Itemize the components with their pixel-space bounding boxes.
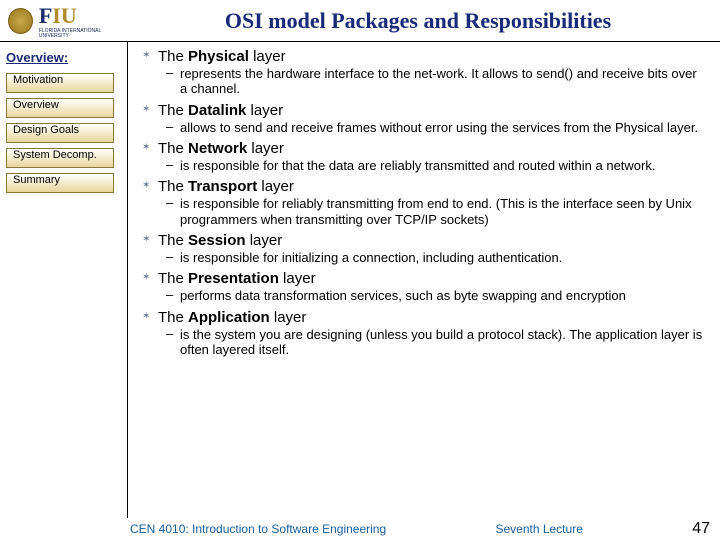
layer-title: The Session layer xyxy=(158,232,706,249)
logo: F IU FLORIDA INTERNATIONAL UNIVERSITY xyxy=(0,3,128,39)
layer-datalink: The Datalink layer allows to send and re… xyxy=(136,102,706,138)
content: The Physical layer represents the hardwa… xyxy=(128,42,720,518)
sidebar-item-system-decomp[interactable]: System Decomp. xyxy=(6,148,114,168)
layer-title: The Datalink layer xyxy=(158,102,706,119)
fiu-logo: F IU FLORIDA INTERNATIONAL UNIVERSITY xyxy=(39,3,128,39)
layer-desc: performs data transformation services, s… xyxy=(158,287,706,306)
layer-desc: allows to send and receive frames withou… xyxy=(158,119,706,138)
sidebar-item-overview[interactable]: Overview xyxy=(6,98,114,118)
logo-f: F xyxy=(39,3,52,29)
footer-lecture: Seventh Lecture xyxy=(495,522,582,536)
layer-title: The Application layer xyxy=(158,309,706,326)
layer-application: The Application layer is the system you … xyxy=(136,309,706,361)
layer-title: The Transport layer xyxy=(158,178,706,195)
layer-network: The Network layer is responsible for tha… xyxy=(136,140,706,176)
sidebar-item-motivation[interactable]: Motivation xyxy=(6,73,114,93)
sidebar-item-summary[interactable]: Summary xyxy=(6,173,114,193)
layer-presentation: The Presentation layer performs data tra… xyxy=(136,270,706,306)
layer-session: The Session layer is responsible for ini… xyxy=(136,232,706,268)
sidebar: Overview: Motivation Overview Design Goa… xyxy=(0,42,128,518)
layer-desc: represents the hardware interface to the… xyxy=(158,65,706,100)
sidebar-item-design-goals[interactable]: Design Goals xyxy=(6,123,114,143)
layer-desc: is the system you are designing (unless … xyxy=(158,326,706,361)
header: F IU FLORIDA INTERNATIONAL UNIVERSITY OS… xyxy=(0,0,720,42)
footer-course: CEN 4010: Introduction to Software Engin… xyxy=(130,522,386,536)
sidebar-title: Overview: xyxy=(6,50,119,65)
footer-page: 47 xyxy=(692,520,710,538)
layer-title: The Presentation layer xyxy=(158,270,706,287)
layer-title: The Network layer xyxy=(158,140,706,157)
layer-physical: The Physical layer represents the hardwa… xyxy=(136,48,706,100)
footer: CEN 4010: Introduction to Software Engin… xyxy=(0,518,720,540)
logo-iu: IU xyxy=(52,3,76,29)
layer-desc: is responsible for reliably transmitting… xyxy=(158,195,706,230)
page-title: OSI model Packages and Responsibilities xyxy=(128,8,720,34)
logo-sub: FLORIDA INTERNATIONAL UNIVERSITY xyxy=(39,29,128,39)
seal-icon xyxy=(8,8,33,34)
layer-transport: The Transport layer is responsible for r… xyxy=(136,178,706,230)
body: Overview: Motivation Overview Design Goa… xyxy=(0,42,720,518)
layer-desc: is responsible for initializing a connec… xyxy=(158,249,706,268)
layer-title: The Physical layer xyxy=(158,48,706,65)
layer-desc: is responsible for that the data are rel… xyxy=(158,157,706,176)
